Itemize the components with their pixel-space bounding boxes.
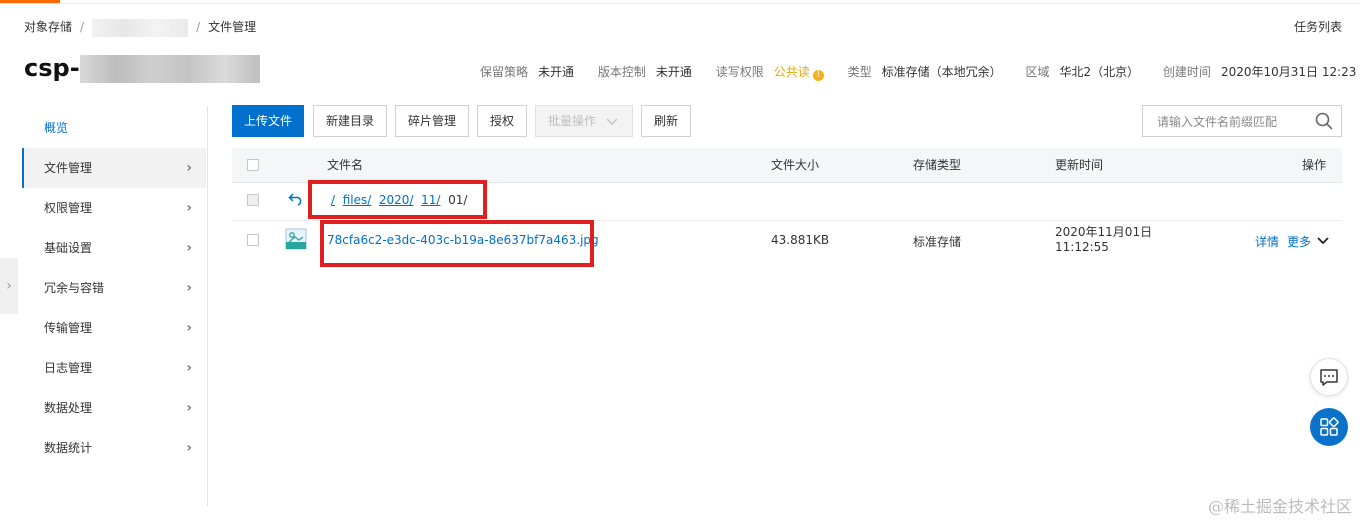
chat-feedback-button[interactable] bbox=[1310, 358, 1348, 396]
chevron-right-icon: › bbox=[186, 400, 192, 416]
chevron-right-icon: › bbox=[186, 200, 192, 216]
top-divider bbox=[0, 3, 1360, 4]
sidebar-item-label: 数据处理 bbox=[44, 401, 93, 415]
more-dropdown[interactable]: 更多 bbox=[1287, 233, 1329, 250]
col-header-ops: 操作 bbox=[1301, 158, 1326, 172]
breadcrumb-root[interactable]: 对象存储 bbox=[24, 20, 72, 34]
breadcrumb-current: 文件管理 bbox=[208, 20, 257, 34]
updated-date: 2020年11月01日 bbox=[1055, 225, 1153, 239]
sidebar-item-permissions[interactable]: 权限管理 › bbox=[22, 188, 206, 228]
breadcrumb-sep: / bbox=[196, 20, 201, 34]
meta-value: 未开通 bbox=[655, 65, 692, 79]
highlight-box-path bbox=[308, 180, 487, 219]
col-header-storage: 存储类型 bbox=[913, 158, 962, 172]
chevron-right-icon: › bbox=[186, 320, 192, 336]
file-size: 43.881KB bbox=[771, 233, 830, 247]
sidebar-item-label: 概览 bbox=[44, 121, 69, 135]
task-list-link[interactable]: 任务列表 bbox=[1294, 18, 1342, 35]
fragment-manage-button[interactable]: 碎片管理 bbox=[395, 105, 469, 137]
sidebar-item-redundancy[interactable]: 冗余与容错 › bbox=[22, 268, 206, 308]
sidebar-item-label: 权限管理 bbox=[44, 201, 93, 215]
bucket-title: csp- bbox=[24, 54, 260, 83]
sidebar-item-label: 冗余与容错 bbox=[44, 281, 105, 295]
chevron-down-icon bbox=[1317, 237, 1329, 245]
meta-key: 创建时间 bbox=[1162, 65, 1211, 79]
warning-icon[interactable]: ! bbox=[812, 70, 824, 81]
new-directory-button[interactable]: 新建目录 bbox=[313, 105, 387, 137]
sidebar-item-logs[interactable]: 日志管理 › bbox=[22, 348, 206, 388]
meta-key: 版本控制 bbox=[597, 65, 646, 79]
breadcrumb-sep: / bbox=[80, 20, 85, 34]
sidebar-item-label: 数据统计 bbox=[44, 441, 93, 455]
updated-clock: 11:12:55 bbox=[1055, 240, 1109, 254]
meta-key: 区域 bbox=[1025, 65, 1050, 79]
apps-menu-button[interactable] bbox=[1310, 408, 1348, 446]
col-header-updated[interactable]: 更新时间 bbox=[1055, 148, 1103, 182]
sidebar-item-label: 日志管理 bbox=[44, 361, 93, 375]
batch-operations-dropdown[interactable]: 批量操作 bbox=[535, 105, 633, 137]
updated-time: 2020年11月01日 11:12:55 bbox=[1055, 225, 1152, 255]
batch-operations-label: 批量操作 bbox=[548, 114, 597, 128]
meta-value: 未开通 bbox=[538, 65, 575, 79]
sidebar-item-label: 基础设置 bbox=[44, 241, 93, 255]
meta-key: 读写权限 bbox=[715, 65, 764, 79]
meta-key: 类型 bbox=[847, 65, 872, 79]
chevron-right-icon: › bbox=[186, 440, 192, 456]
detail-link[interactable]: 详情 bbox=[1255, 233, 1279, 250]
chevron-right-icon: › bbox=[186, 240, 192, 256]
highlight-box-file bbox=[320, 220, 594, 267]
table-header: 文件名 文件大小 存储类型 更新时间 操作 bbox=[232, 148, 1342, 183]
chevron-down-icon bbox=[606, 118, 618, 126]
sidebar-item-files[interactable]: 文件管理 › bbox=[22, 148, 206, 188]
sidebar-item-transfer[interactable]: 传输管理 › bbox=[22, 308, 206, 348]
chevron-right-icon: › bbox=[186, 280, 192, 296]
sidebar-item-overview[interactable]: 概览 bbox=[22, 108, 206, 148]
refresh-button[interactable]: 刷新 bbox=[641, 105, 691, 137]
sidebar-item-basic-settings[interactable]: 基础设置 › bbox=[22, 228, 206, 268]
breadcrumb: 对象存储 / / 文件管理 bbox=[24, 18, 256, 37]
meta-value: 2020年10月31日 12:23 bbox=[1220, 65, 1357, 79]
search-box bbox=[1142, 105, 1342, 137]
storage-type: 标准存储 bbox=[913, 235, 962, 249]
sidebar-collapse-toggle[interactable]: › bbox=[0, 258, 18, 314]
meta-value: 华北2（北京） bbox=[1059, 65, 1140, 79]
sidebar-item-label: 文件管理 bbox=[44, 161, 93, 175]
search-input[interactable] bbox=[1155, 107, 1319, 137]
image-file-icon bbox=[285, 228, 307, 250]
bucket-title-redacted bbox=[79, 55, 260, 83]
select-all-checkbox[interactable] bbox=[247, 159, 259, 171]
sidebar-item-label: 传输管理 bbox=[44, 321, 93, 335]
bucket-title-prefix: csp- bbox=[24, 54, 80, 82]
meta-value-public-read: 公共读 bbox=[773, 65, 810, 79]
upload-file-button[interactable]: 上传文件 bbox=[232, 105, 304, 137]
chat-icon bbox=[1320, 369, 1338, 386]
more-label: 更多 bbox=[1287, 235, 1312, 249]
watermark: @稀土掘金技术社区 bbox=[1207, 497, 1352, 516]
sidebar-item-statistics[interactable]: 数据统计 › bbox=[22, 428, 206, 468]
bucket-meta: 保留策略 未开通 版本控制 未开通 读写权限 公共读! 类型 标准存储（本地冗余） 区域… bbox=[480, 63, 1356, 81]
path-row-checkbox bbox=[247, 194, 259, 206]
chevron-right-icon: › bbox=[186, 160, 192, 176]
back-arrow-icon[interactable] bbox=[288, 192, 304, 206]
col-header-name[interactable]: 文件名 bbox=[327, 148, 363, 182]
row-checkbox[interactable] bbox=[247, 234, 259, 246]
col-header-size[interactable]: 文件大小 bbox=[771, 148, 819, 182]
meta-value: 标准存储（本地冗余） bbox=[881, 65, 1002, 79]
apps-grid-icon bbox=[1320, 417, 1339, 436]
meta-key: 保留策略 bbox=[480, 65, 529, 79]
breadcrumb-bucket-redacted[interactable] bbox=[92, 18, 189, 37]
sidebar: 概览 文件管理 › 权限管理 › 基础设置 › 冗余与容错 › 传输管理 › 日志管理 › … bbox=[22, 106, 208, 506]
sidebar-item-data-processing[interactable]: 数据处理 › bbox=[22, 388, 206, 428]
chevron-right-icon: › bbox=[186, 360, 192, 376]
authorize-button[interactable]: 授权 bbox=[477, 105, 527, 137]
search-icon[interactable] bbox=[1315, 112, 1333, 130]
